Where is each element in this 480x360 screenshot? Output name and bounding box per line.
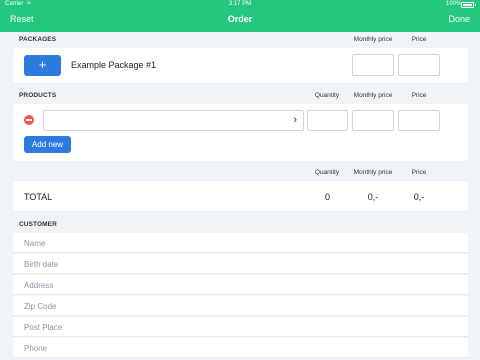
reset-button[interactable]: Reset [10,14,34,24]
customer-birth-date-field[interactable]: Birth date [13,254,468,274]
product-price-input[interactable] [398,110,440,131]
product-quantity-input[interactable] [307,110,348,131]
done-button[interactable]: Done [448,14,470,24]
products-price-header: Price [411,92,427,99]
customer-post-place-field[interactable]: Post Place [13,317,468,337]
packages-section-label: PACKAGES [19,36,57,43]
top-bar: Carrier ≈ 3:17 PM 100% Reset Order Done [0,0,480,32]
remove-product-icon[interactable] [24,115,34,125]
address-placeholder: Address [24,281,54,290]
total-quantity: 0 [324,192,330,202]
post-place-placeholder: Post Place [24,323,63,332]
customer-section-label: CUSTOMER [19,221,57,228]
totals-price-header: Price [411,169,427,176]
phone-placeholder: Phone [24,344,48,353]
totals-quantity-header: Quantity [314,169,340,176]
packages-price-header: Price [411,36,427,43]
add-package-button[interactable]: + [24,55,61,76]
name-placeholder: Name [24,239,46,248]
total-price: 0,- [413,192,425,202]
customer-name-field[interactable]: Name [13,233,468,253]
zip-code-placeholder: Zip Code [24,302,57,311]
product-monthly-price-input[interactable] [352,110,394,131]
total-monthly-price: 0,- [367,192,379,202]
clock: 3:17 PM [228,1,252,7]
totals-monthly-header: Monthly price [353,169,393,176]
package-name: Example Package #1 [71,60,157,70]
chevron-right-icon: › [293,114,297,126]
birth-date-placeholder: Birth date [24,260,59,269]
products-monthly-header: Monthly price [353,92,393,99]
products-section-label: PRODUCTS [19,92,57,99]
customer-zip-code-field[interactable]: Zip Code [13,296,468,316]
product-select[interactable]: › [43,110,304,131]
add-new-product-button[interactable]: Add new [24,136,71,153]
battery-percent: 100% [446,1,462,7]
customer-phone-field[interactable]: Phone [13,338,468,358]
products-quantity-header: Quantity [314,92,340,99]
packages-monthly-header: Monthly price [353,36,393,43]
battery-icon [461,2,476,8]
package-price-input[interactable] [398,54,440,76]
page-title: Order [227,14,253,24]
total-label: TOTAL [24,192,53,202]
package-monthly-price-input[interactable] [352,54,394,76]
customer-address-field[interactable]: Address [13,275,468,295]
status-bar: Carrier ≈ 3:17 PM 100% [0,0,480,10]
